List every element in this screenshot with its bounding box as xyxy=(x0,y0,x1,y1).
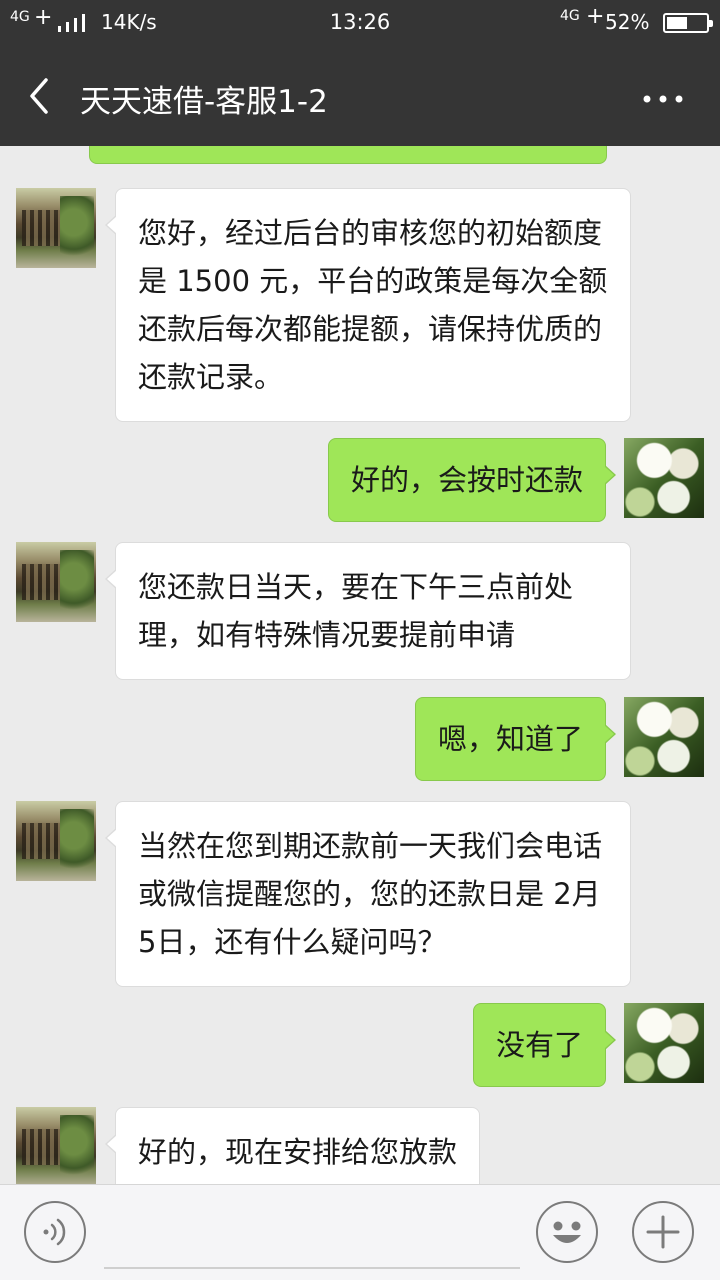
sent-message-bubble[interactable]: 没有了 xyxy=(472,1003,617,1087)
message-text: 没有了 xyxy=(495,1028,583,1062)
sent-message-bubble[interactable]: 嗯，知道了 xyxy=(414,697,617,781)
received-message-bubble[interactable]: 好的，现在安排给您放款 xyxy=(104,1107,481,1184)
chat-title: 天天速借-客服1-2 xyxy=(80,84,328,120)
message-input[interactable] xyxy=(104,1199,520,1269)
voice-icon[interactable] xyxy=(24,1201,86,1263)
battery-icon xyxy=(663,13,713,33)
more-dots-icon[interactable] xyxy=(630,74,696,120)
previous-message-bubble xyxy=(89,146,607,164)
agent-avatar[interactable] xyxy=(16,801,96,881)
message-text: 好的，会按时还款 xyxy=(350,463,583,497)
battery-percent: 52% xyxy=(605,10,650,34)
agent-avatar[interactable] xyxy=(16,1107,96,1184)
emoji-icon[interactable] xyxy=(536,1201,598,1263)
input-bar xyxy=(0,1184,720,1280)
message-text: 您好，经过后台的审核您的初始额度是 1500 元，平台的政策是每次全额还款后每次… xyxy=(138,216,608,394)
back-arrow-icon[interactable] xyxy=(16,70,66,122)
message-text: 好的，现在安排给您放款 xyxy=(138,1135,458,1169)
message-text: 当然在您到期还款前一天我们会电话或微信提醒您的，您的还款日是 2月 5日，还有什… xyxy=(138,829,603,959)
received-message-bubble[interactable]: 当然在您到期还款前一天我们会电话或微信提醒您的，您的还款日是 2月 5日，还有什… xyxy=(105,801,631,987)
user-avatar[interactable] xyxy=(624,697,704,777)
message-text: 您还款日当天，要在下午三点前处理，如有特殊情况要提前申请 xyxy=(138,570,574,652)
network-type-right: 4G xyxy=(560,8,580,24)
user-avatar[interactable] xyxy=(624,438,704,518)
status-bar: 4G + 14K/s 13:26 4G + 52% xyxy=(0,0,720,46)
received-message-bubble[interactable]: 您好，经过后台的审核您的初始额度是 1500 元，平台的政策是每次全额还款后每次… xyxy=(105,188,631,422)
message-list[interactable]: 您好，经过后台的审核您的初始额度是 1500 元，平台的政策是每次全额还款后每次… xyxy=(0,146,720,1184)
data-plus-icon-right: + xyxy=(586,4,605,29)
chat-header: 天天速借-客服1-2 xyxy=(0,46,720,146)
agent-avatar[interactable] xyxy=(16,542,96,622)
add-icon[interactable] xyxy=(632,1201,694,1263)
received-message-bubble[interactable]: 您还款日当天，要在下午三点前处理，如有特殊情况要提前申请 xyxy=(105,542,631,680)
message-text: 嗯，知道了 xyxy=(437,722,583,756)
user-avatar[interactable] xyxy=(624,1003,704,1083)
agent-avatar[interactable] xyxy=(16,188,96,268)
sent-message-bubble[interactable]: 好的，会按时还款 xyxy=(327,438,617,522)
